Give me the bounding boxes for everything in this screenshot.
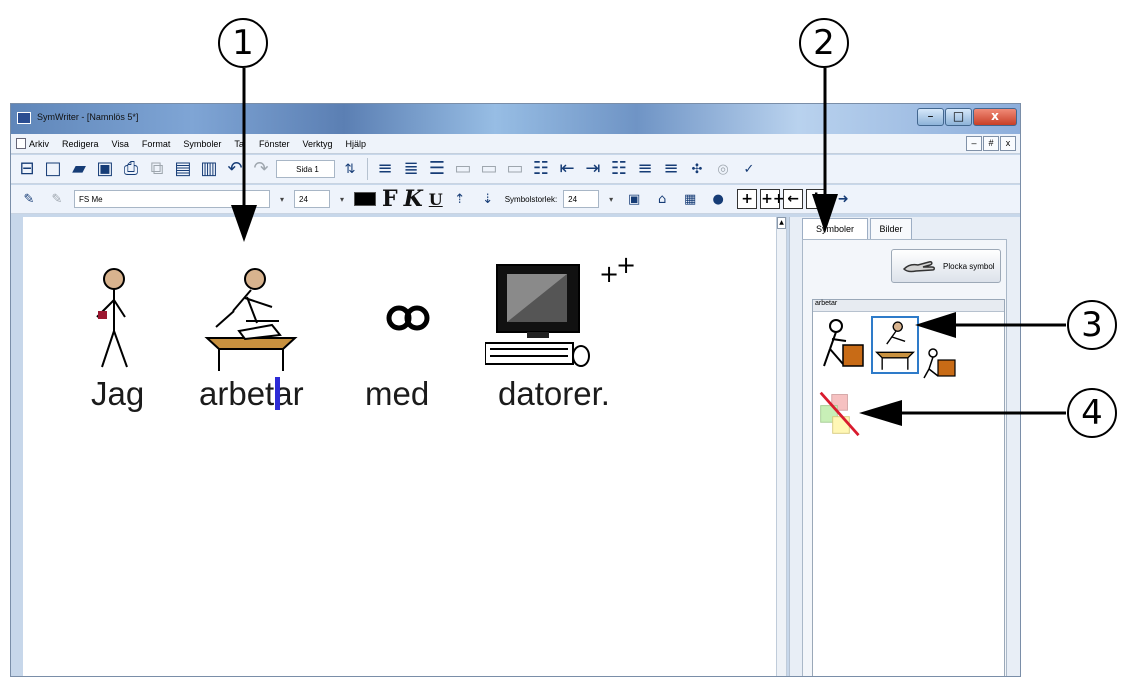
annotation-arrows [231,68,1066,426]
